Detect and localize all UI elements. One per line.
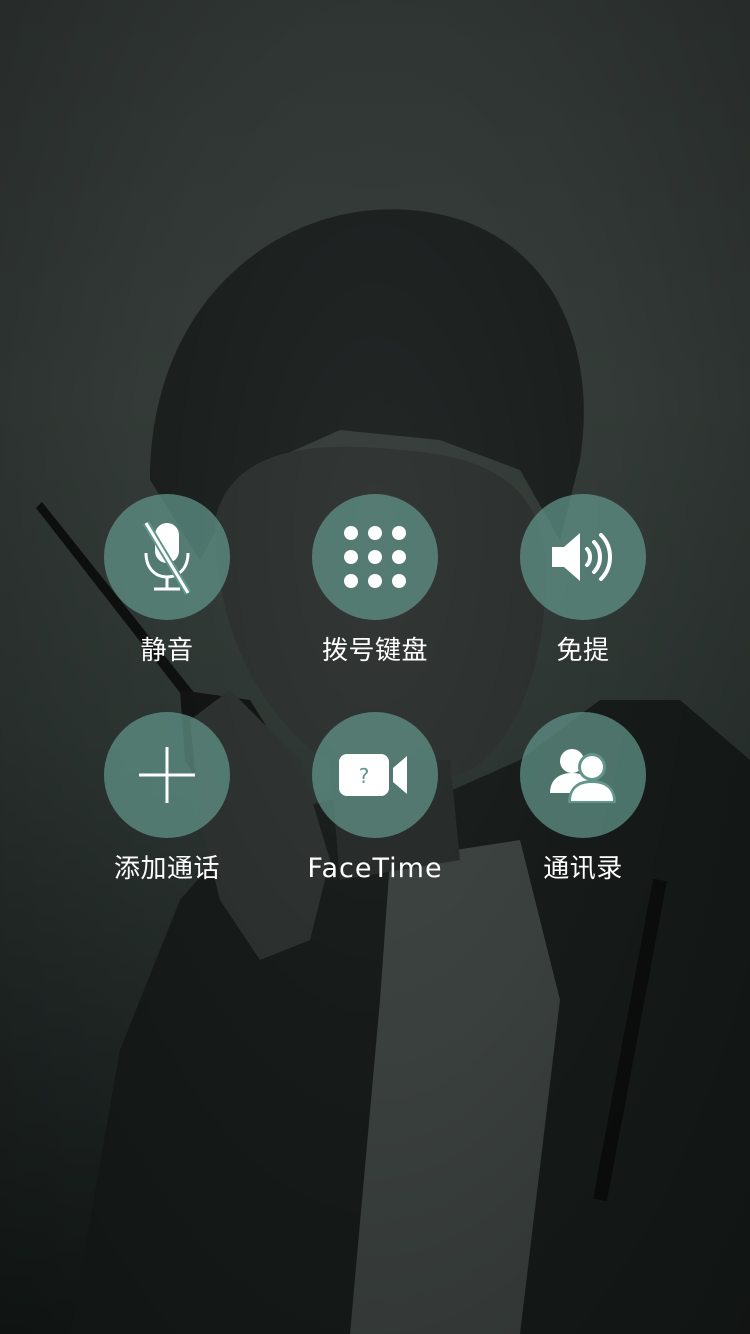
keypad-label: 拨号键盘 — [321, 636, 428, 666]
add-call-label: 添加通话 — [113, 854, 220, 884]
facetime-button[interactable]: ? — [312, 712, 438, 838]
mute-button[interactable] — [104, 494, 230, 620]
keypad-grid-icon — [344, 526, 406, 588]
speaker-icon — [552, 533, 612, 581]
contacts-label: 通讯录 — [543, 854, 623, 884]
speaker-label: 免提 — [556, 636, 610, 666]
video-camera-question-icon: ? — [339, 754, 407, 796]
in-call-screen: 静音 拨号键盘 免提 添加通话 ? FaceTime 通讯录 — [0, 0, 750, 1334]
mute-label: 静音 — [140, 636, 194, 666]
facetime-badge: ? — [359, 764, 370, 788]
contacts-button[interactable] — [520, 712, 646, 838]
keypad-button[interactable] — [312, 494, 438, 620]
speaker-button[interactable] — [520, 494, 646, 620]
mic-muted-icon — [142, 521, 192, 595]
contacts-people-icon — [550, 749, 616, 803]
add-call-button[interactable] — [104, 712, 230, 838]
facetime-label: FaceTime — [307, 853, 443, 884]
plus-icon — [139, 747, 195, 803]
background-overlay — [0, 0, 750, 1334]
